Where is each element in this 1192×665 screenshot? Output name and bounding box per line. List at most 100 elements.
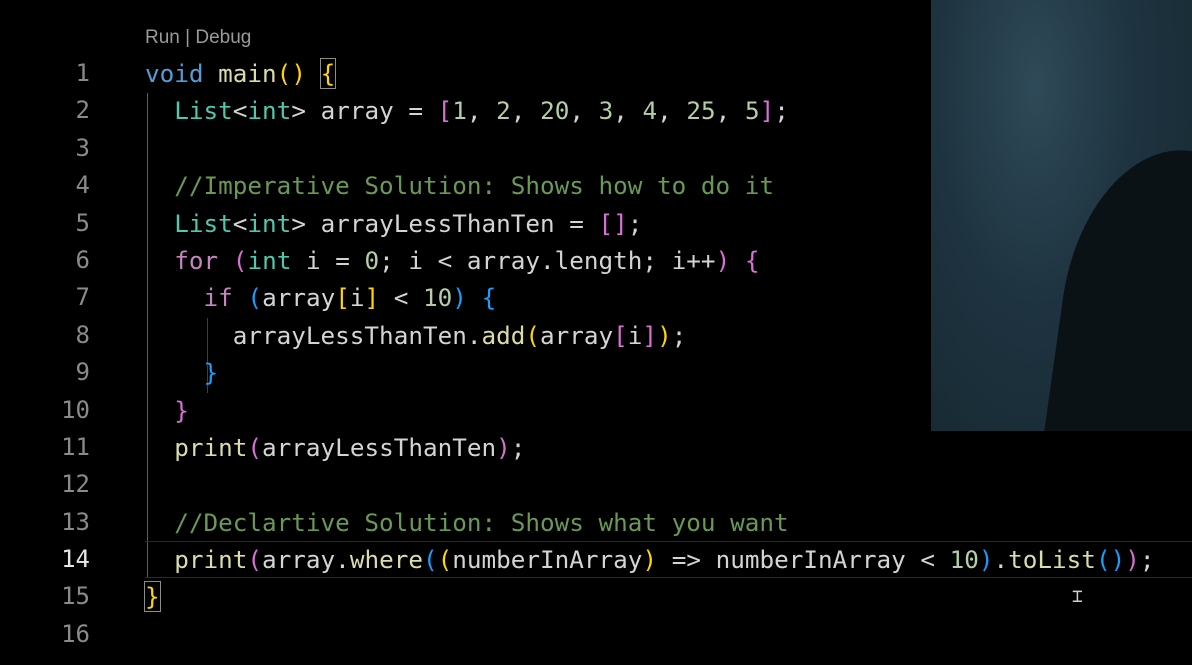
line-number: 10 <box>61 395 90 424</box>
keyword-for: for <box>174 245 219 275</box>
code-text: array <box>262 283 336 313</box>
line-number: 12 <box>61 470 90 499</box>
semicolon: ; <box>671 320 687 350</box>
paren: ( <box>276 59 292 88</box>
line-number: 13 <box>61 507 90 536</box>
code-text: ; i < array.length; i++ <box>379 245 716 275</box>
brace-close: } <box>203 358 219 388</box>
brace-open: { <box>319 58 337 89</box>
line-number: 4 <box>75 171 90 200</box>
function-name: main <box>218 59 277 88</box>
keyword-if: if <box>203 283 233 313</box>
brace-open: { <box>481 283 497 313</box>
paren: ( <box>247 283 263 313</box>
brace-close: } <box>144 581 161 613</box>
paren: ) <box>291 59 306 88</box>
number: 0 <box>364 245 380 275</box>
number: 25 <box>686 96 716 126</box>
brace-open: { <box>744 245 760 275</box>
code-text: arrayLessThanTen. <box>232 320 482 350</box>
paren: ) <box>978 545 994 575</box>
method-name: where <box>349 545 423 575</box>
paren: ) <box>657 320 672 350</box>
line-number: 7 <box>75 283 90 312</box>
paren: ( <box>232 245 248 275</box>
number: 3 <box>598 96 614 126</box>
paren: () <box>1095 545 1126 575</box>
method-name: add <box>481 320 526 350</box>
line-number: 16 <box>61 619 90 648</box>
presenter-silhouette <box>1038 136 1192 431</box>
semicolon: ; <box>774 96 789 126</box>
webcam-overlay <box>931 0 1192 431</box>
code-text: i <box>627 320 643 350</box>
code-text: i <box>349 283 365 313</box>
code-line[interactable] <box>145 466 1192 503</box>
bracket: [ <box>437 96 453 126</box>
generic-open: < <box>232 208 248 238</box>
code-text: . <box>993 545 1009 575</box>
line-number: 8 <box>75 320 90 349</box>
code-text: arrayLessThanTen = <box>305 208 599 238</box>
comment: //Imperative Solution: Shows how to do i… <box>174 171 775 201</box>
generic-close: > <box>291 208 306 238</box>
paren: ) <box>452 283 467 313</box>
line-number: 3 <box>75 133 90 162</box>
brace-close: } <box>174 395 189 425</box>
paren: ( <box>247 545 263 575</box>
type-name: List <box>174 208 233 238</box>
code-text: => numberInArray < <box>657 545 950 575</box>
i-beam-cursor-icon: ⌶ <box>1072 586 1083 607</box>
code-text: array. <box>262 545 350 575</box>
code-line[interactable]: print(arrayLessThanTen); <box>145 429 1192 466</box>
number: 4 <box>642 96 658 126</box>
generic-open: < <box>232 96 248 126</box>
codelens-run-debug[interactable]: Run | Debug <box>145 27 251 49</box>
function-name: print <box>174 432 248 462</box>
function-name: print <box>174 545 248 575</box>
comment: //Declartive Solution: Shows what you wa… <box>174 507 789 537</box>
bracket: ] <box>364 283 380 313</box>
current-code-line[interactable]: print(array.where((numberInArray) => num… <box>145 541 1192 579</box>
code-text: i = <box>291 245 365 275</box>
code-line[interactable] <box>145 616 1192 653</box>
code-text: < <box>379 283 424 313</box>
semicolon: ; <box>510 432 526 462</box>
paren: ( <box>437 545 453 575</box>
type-name: int <box>247 245 292 275</box>
paren: ( <box>247 432 263 462</box>
bracket: ] <box>642 320 658 350</box>
line-number: 9 <box>75 358 90 387</box>
paren: ) <box>642 545 658 575</box>
method-name: toList <box>1008 545 1096 575</box>
code-text: array <box>540 320 614 350</box>
line-number: 1 <box>75 59 90 87</box>
type-name: int <box>247 208 292 238</box>
type-name: List <box>174 96 233 126</box>
bracket: [] <box>598 208 628 238</box>
paren: ) <box>496 432 511 462</box>
paren: ) <box>1125 545 1140 575</box>
keyword-void: void <box>145 59 204 88</box>
active-line-number: 14 <box>61 545 90 574</box>
line-number: 11 <box>61 432 90 461</box>
line-number: 2 <box>75 96 90 125</box>
number: 1 <box>452 96 467 126</box>
code-text: array = <box>305 96 438 126</box>
line-number: 6 <box>75 245 90 274</box>
line-number-gutter: 1 2 3 4 5 6 7 8 9 10 11 12 13 14 15 16 <box>0 55 110 653</box>
semicolon: ; <box>1139 545 1155 575</box>
number: 2 <box>496 96 511 126</box>
number: 5 <box>744 96 760 126</box>
paren: ( <box>422 545 438 575</box>
code-line[interactable]: } <box>144 578 1192 615</box>
number: 20 <box>540 96 570 126</box>
line-number: 15 <box>61 582 90 611</box>
paren: ( <box>525 320 540 350</box>
paren: ) <box>715 245 731 275</box>
code-text: numberInArray <box>452 545 643 575</box>
type-name: int <box>247 96 292 126</box>
code-line[interactable]: //Declartive Solution: Shows what you wa… <box>145 504 1192 541</box>
bracket: [ <box>335 283 350 313</box>
semicolon: ; <box>627 208 643 238</box>
